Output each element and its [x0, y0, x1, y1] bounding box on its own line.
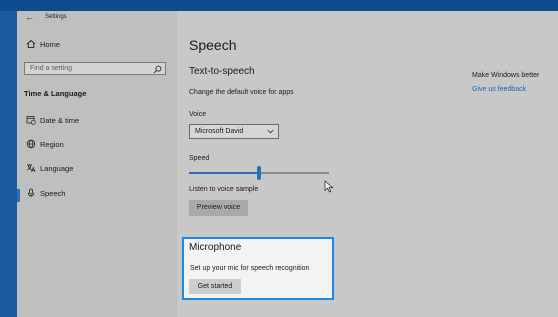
settings-window: ← Settings Home Find a setting Time & La… [17, 11, 558, 317]
sidebar-item-label: Language [40, 164, 74, 173]
globe-icon [26, 139, 36, 149]
get-started-button[interactable]: Get started [189, 279, 241, 294]
sidebar: ← Settings Home Find a setting Time & La… [17, 11, 177, 317]
search-icon [153, 65, 162, 74]
chevron-down-icon [267, 129, 274, 134]
feedback-heading: Make Windows better [472, 72, 540, 79]
slider-thumb[interactable] [257, 166, 261, 180]
sidebar-item-label: Home [40, 40, 61, 49]
window-title: Settings [45, 14, 67, 20]
voice-dropdown[interactable]: Microsoft David [189, 124, 279, 139]
sidebar-item-region[interactable]: Region [17, 137, 177, 153]
give-feedback-link[interactable]: Give us feedback [472, 86, 526, 93]
microphone-icon [26, 188, 36, 198]
search-placeholder: Find a setting [30, 65, 73, 72]
sidebar-item-language[interactable]: Language [17, 161, 177, 177]
microphone-description: Set up your mic for speech recognition [190, 265, 310, 272]
calendar-clock-icon [26, 115, 36, 125]
voice-selected-value: Microsoft David [195, 128, 244, 135]
language-icon [26, 163, 36, 173]
speed-label: Speed [189, 155, 210, 162]
speed-slider[interactable] [189, 165, 329, 181]
sidebar-item-label: Region [40, 140, 64, 149]
sidebar-item-label: Speech [40, 189, 66, 198]
title-bar: ← Settings [17, 11, 177, 25]
slider-fill [189, 172, 259, 174]
desktop-background [0, 0, 558, 11]
sidebar-section-heading: Time & Language [24, 89, 87, 98]
home-icon [26, 39, 36, 49]
listen-sample-label: Listen to voice sample [189, 186, 259, 193]
microphone-heading: Microphone [189, 242, 242, 253]
tts-heading: Text-to-speech [189, 66, 255, 77]
sidebar-item-label: Date & time [40, 116, 80, 125]
page-title: Speech [189, 37, 237, 53]
preview-voice-button[interactable]: Preview voice [189, 200, 248, 216]
back-arrow-icon[interactable]: ← [25, 12, 34, 22]
sidebar-item-speech[interactable]: Speech [17, 186, 177, 202]
tts-description: Change the default voice for apps [189, 89, 294, 96]
voice-label: Voice [189, 111, 207, 118]
sidebar-item-home[interactable]: Home [17, 37, 177, 53]
search-input[interactable]: Find a setting [24, 62, 166, 75]
sidebar-item-date-time[interactable]: Date & time [17, 113, 177, 129]
mouse-cursor-icon [324, 180, 334, 193]
main-content: Speech Text-to-speech Change the default… [177, 11, 558, 317]
microphone-section: Microphone Set up your mic for speech re… [182, 237, 334, 300]
